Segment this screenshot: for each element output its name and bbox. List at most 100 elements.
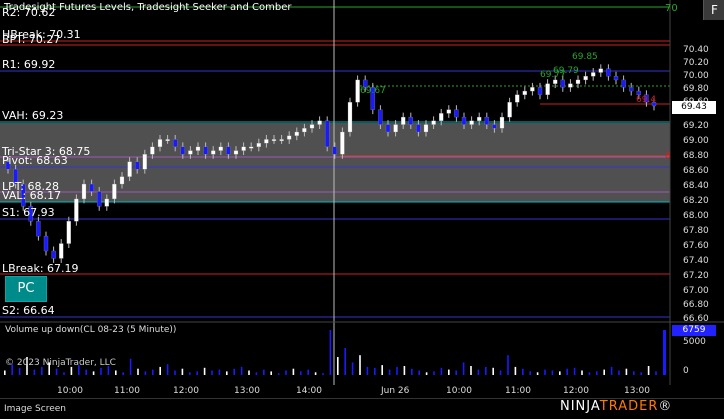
volume-bar <box>196 371 198 375</box>
price-tick-label: 67.80 <box>683 226 709 236</box>
price-tick-label: 67.20 <box>683 271 709 281</box>
volume-bar <box>137 368 139 375</box>
candle-body <box>499 116 505 129</box>
volume-bar <box>351 362 354 375</box>
candle-body <box>195 146 201 151</box>
candle-body <box>233 150 239 155</box>
candle-body <box>401 116 406 125</box>
candle-body <box>165 139 170 142</box>
s2-label: S2: 66.64 <box>2 304 55 317</box>
lbreak-label: LBreak: 67.19 <box>2 262 79 275</box>
candle-body <box>393 124 398 133</box>
volume-bar <box>359 355 361 375</box>
candle-body <box>553 79 558 84</box>
price-tick-label: 68.40 <box>683 181 709 191</box>
candle-body <box>226 146 231 155</box>
volume-bar <box>433 371 435 375</box>
volume-bar <box>285 370 287 375</box>
volume-bar <box>633 371 635 375</box>
volume-bar <box>448 369 450 375</box>
volume-bar <box>270 371 272 375</box>
volume-bar <box>514 366 517 375</box>
candle-body <box>408 116 413 125</box>
candle-body <box>142 154 147 170</box>
candle-body <box>249 146 254 149</box>
candle-body <box>492 124 497 129</box>
volume-bar <box>647 366 650 375</box>
volume-bar <box>396 366 398 375</box>
volume-bar <box>263 369 265 375</box>
price-tick-label: 66.80 <box>683 300 709 310</box>
time-tick-label: 11:00 <box>505 386 531 396</box>
volume-bar <box>255 372 258 375</box>
candle-body <box>469 120 474 125</box>
volume-bar <box>655 371 657 375</box>
candle-body <box>302 128 307 133</box>
volume-bar <box>174 370 176 375</box>
volume-bar <box>588 372 591 375</box>
volume-bar <box>551 370 554 375</box>
volume-bar <box>507 355 509 375</box>
time-tick-label: 11:00 <box>114 386 140 396</box>
candle-body <box>211 150 216 155</box>
current-price-tag: 69.43 <box>672 101 716 114</box>
candle-body <box>522 90 527 95</box>
candle-body <box>431 120 436 125</box>
time-tick-label: 10:00 <box>57 386 83 396</box>
candle-body <box>271 139 277 142</box>
candle-body <box>59 243 64 259</box>
bpt-label: BPT: 70.27 <box>2 33 61 46</box>
time-tick-label: 13:00 <box>624 386 650 396</box>
volume-bar <box>529 371 531 375</box>
s1-label: S1: 67.93 <box>2 206 55 219</box>
candle-body <box>613 76 619 81</box>
volume-bar <box>85 369 87 375</box>
volume-axis-label: 0 <box>683 366 689 376</box>
volume-bar <box>115 370 117 375</box>
copyright: © 2023 NinjaTrader, LLC <box>5 358 116 368</box>
volume-bar <box>159 366 161 375</box>
volume-bar <box>152 369 154 375</box>
annotation-label: 70 <box>665 3 678 14</box>
time-tick-label: 10:00 <box>446 386 472 396</box>
pc-button[interactable]: PC <box>5 276 47 302</box>
annotation-label: 69.85 <box>572 52 598 62</box>
volume-bar <box>122 372 124 375</box>
volume-bar <box>41 366 43 375</box>
volume-bar <box>144 371 147 375</box>
volume-bar <box>536 372 539 375</box>
candle-body <box>112 183 117 200</box>
price-tick-label: 67.00 <box>683 286 709 296</box>
volume-bar <box>403 366 406 375</box>
price-tick-label: 68.60 <box>683 166 709 176</box>
volume-bar <box>203 367 206 375</box>
candle-body <box>218 146 223 151</box>
volume-bar <box>566 368 568 375</box>
candle-body <box>340 131 345 155</box>
volume-bar <box>233 368 235 375</box>
volume-bar <box>470 366 472 375</box>
volume-bar <box>100 367 102 375</box>
val-label: VAL: 68.17 <box>2 189 62 202</box>
price-chart[interactable] <box>0 0 724 418</box>
volume-bar <box>440 367 443 375</box>
candle-body <box>89 183 94 192</box>
candle-body <box>287 135 292 140</box>
volume-bar <box>625 368 628 375</box>
candle-body <box>416 124 421 133</box>
price-tick-label: 67.60 <box>683 241 709 251</box>
volume-bar <box>226 371 228 375</box>
candle-body <box>629 87 634 92</box>
candle-body <box>150 146 155 155</box>
candle-body <box>385 124 391 133</box>
time-tick-label: Jun 26 <box>381 386 410 396</box>
tab-image-screen[interactable]: Image Screen <box>4 404 66 414</box>
candle-body <box>583 76 588 81</box>
price-tick-label: 69.80 <box>683 84 709 94</box>
value-area-band <box>0 123 670 202</box>
time-tick-label: 14:00 <box>296 386 322 396</box>
candle-body <box>537 87 543 95</box>
volume-bar <box>573 367 576 375</box>
volume-bar <box>92 371 95 375</box>
f-button[interactable]: F <box>703 0 724 20</box>
